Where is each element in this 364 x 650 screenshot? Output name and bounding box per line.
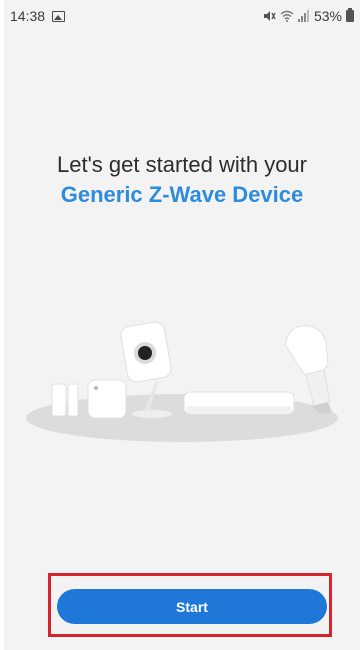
- status-time: 14:38: [10, 8, 46, 24]
- motion-sensor: [87, 379, 127, 419]
- status-right: 53%: [263, 8, 354, 24]
- battery-percent: 53%: [313, 8, 342, 24]
- headline-prefix: Let's get started with your: [57, 152, 307, 177]
- mute-icon: [263, 11, 276, 21]
- start-button[interactable]: Start: [57, 589, 327, 624]
- device-name: Generic Z-Wave Device: [60, 182, 304, 207]
- status-left: 14:38: [10, 8, 66, 24]
- signal-icon: [297, 10, 309, 22]
- onboarding-screen: 14:38 53% Let's get started with your Ge…: [0, 0, 364, 650]
- image-notification-icon: [52, 10, 66, 22]
- device-illustration: [26, 321, 338, 442]
- status-bar: 14:38 53%: [4, 0, 360, 32]
- battery-icon: [346, 8, 354, 22]
- wifi-icon: [280, 10, 294, 22]
- hub: [183, 391, 295, 415]
- headline: Let's get started with your Generic Z-Wa…: [4, 150, 360, 210]
- door-sensor: [51, 383, 79, 417]
